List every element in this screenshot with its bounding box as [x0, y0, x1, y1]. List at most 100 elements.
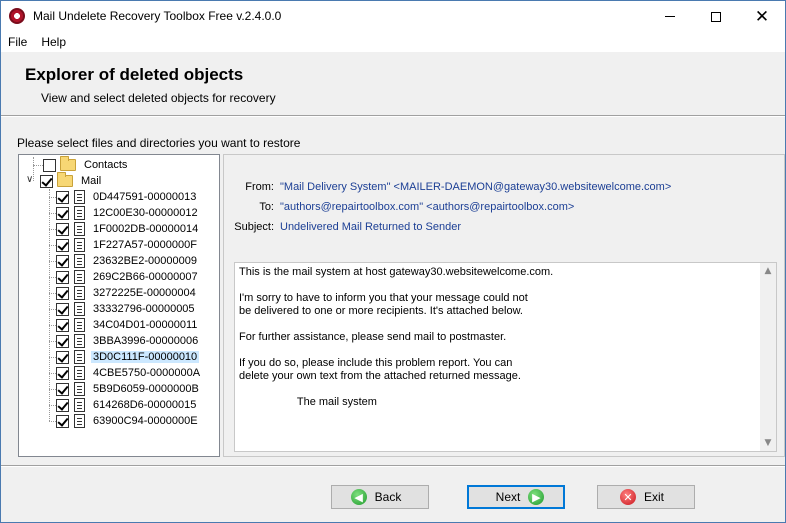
tree-item[interactable]: 12C00E30-00000012 — [49, 205, 200, 221]
tree-folder-label: Mail — [81, 175, 102, 187]
tree-folder-contacts[interactable]: Contacts — [43, 156, 129, 173]
tree-folder-label: Contacts — [84, 159, 128, 171]
tree-item[interactable]: 63900C94-0000000E — [49, 413, 200, 429]
window-title: Mail Undelete Recovery Toolbox Free v.2.… — [33, 9, 282, 23]
header-divider — [1, 116, 785, 117]
document-icon — [74, 334, 85, 348]
tree-item[interactable]: 0D447591-00000013 — [49, 189, 198, 205]
exit-x-icon: ✕ — [619, 489, 636, 505]
to-field: To: "authors@repairtoolbox.com" <authors@… — [224, 201, 574, 213]
item-checkbox[interactable] — [56, 334, 69, 348]
subject-field: Subject: Undelivered Mail Returned to Sen… — [224, 221, 461, 233]
document-icon — [74, 382, 85, 396]
app-logo-icon — [9, 8, 25, 24]
mail-checkbox[interactable] — [40, 174, 53, 188]
document-icon — [74, 206, 85, 220]
folder-tree[interactable]: ∨ Contacts Mail 0D447591-00000013 12C00E3… — [18, 154, 220, 457]
tree-item-label: 269C2B66-00000007 — [93, 271, 198, 283]
document-icon — [74, 270, 85, 284]
footer-divider-highlight — [1, 466, 785, 467]
contacts-checkbox[interactable] — [43, 158, 56, 172]
vertical-scrollbar[interactable]: ▲ ▼ — [760, 263, 776, 451]
menu-file[interactable]: File — [1, 32, 34, 52]
minimize-button[interactable] — [647, 1, 693, 32]
tree-line — [49, 373, 56, 374]
tree-item-label: 5B9D6059-0000000B — [93, 383, 199, 395]
to-value[interactable]: "authors@repairtoolbox.com" <authors@rep… — [280, 201, 574, 213]
tree-line — [49, 421, 56, 422]
tree-item-label: 33332796-00000005 — [93, 303, 195, 315]
tree-item-label: 3D0C111F-00000010 — [91, 351, 200, 363]
next-button-label: Next — [495, 490, 521, 504]
document-icon — [74, 318, 85, 332]
close-button[interactable]: ✕ — [739, 1, 785, 32]
maximize-icon — [711, 11, 721, 22]
chevron-down-icon[interactable]: ∨ — [26, 174, 33, 185]
tree-item[interactable]: 23632BE2-00000009 — [49, 253, 199, 269]
tree-line — [49, 293, 56, 294]
item-checkbox[interactable] — [56, 366, 69, 380]
tree-line — [49, 213, 56, 214]
item-checkbox[interactable] — [56, 414, 69, 428]
tree-item-label: 614268D6-00000015 — [93, 399, 197, 411]
document-icon — [74, 254, 85, 268]
tree-folder-mail[interactable]: Mail — [40, 172, 103, 189]
tree-item-label: 1F227A57-0000000F — [93, 239, 197, 251]
tree-item[interactable]: 3272225E-00000004 — [49, 285, 198, 301]
item-checkbox[interactable] — [56, 302, 69, 316]
scroll-up-icon[interactable]: ▲ — [760, 263, 776, 279]
from-field: From: "Mail Delivery System" <MAILER-DAEM… — [224, 181, 671, 193]
document-icon — [74, 190, 85, 204]
back-button[interactable]: ◀ Back — [331, 485, 429, 509]
next-button[interactable]: Next ▶ — [467, 485, 565, 509]
tree-item[interactable]: 269C2B66-00000007 — [49, 269, 200, 285]
item-checkbox[interactable] — [56, 190, 69, 204]
tree-item[interactable]: 34C04D01-00000011 — [49, 317, 199, 333]
document-icon — [74, 398, 85, 412]
tree-item[interactable]: 3BBA3996-00000006 — [49, 333, 200, 349]
tree-item-label: 12C00E30-00000012 — [93, 207, 198, 219]
item-checkbox[interactable] — [56, 222, 69, 236]
instruction-label: Please select files and directories you … — [17, 136, 301, 150]
item-checkbox[interactable] — [56, 382, 69, 396]
tree-item[interactable]: 614268D6-00000015 — [49, 397, 198, 413]
message-body[interactable]: This is the mail system at host gateway3… — [234, 262, 777, 452]
tree-item[interactable]: 5B9D6059-0000000B — [49, 381, 201, 397]
tree-item[interactable]: 1F0002DB-00000014 — [49, 221, 200, 237]
item-checkbox[interactable] — [56, 286, 69, 300]
menu-help[interactable]: Help — [34, 32, 73, 52]
tree-line — [49, 277, 56, 278]
tree-item[interactable]: 3D0C111F-00000010 — [49, 349, 200, 365]
document-icon — [74, 238, 85, 252]
page-title: Explorer of deleted objects — [25, 65, 244, 84]
document-icon — [74, 414, 85, 428]
tree-item[interactable]: 4CBE5750-0000000A — [49, 365, 202, 381]
document-icon — [74, 302, 85, 316]
page-subtitle: View and select deleted objects for reco… — [41, 91, 276, 105]
message-body-text: This is the mail system at host gateway3… — [239, 266, 554, 408]
tree-item[interactable]: 1F227A57-0000000F — [49, 237, 199, 253]
tree-line — [49, 341, 56, 342]
item-checkbox[interactable] — [56, 254, 69, 268]
exit-button[interactable]: ✕ Exit — [597, 485, 695, 509]
item-checkbox[interactable] — [56, 398, 69, 412]
tree-line — [49, 325, 56, 326]
tree-item-label: 3272225E-00000004 — [93, 287, 196, 299]
maximize-button[interactable] — [693, 1, 739, 32]
tree-item[interactable]: 33332796-00000005 — [49, 301, 197, 317]
item-checkbox[interactable] — [56, 238, 69, 252]
back-button-label: Back — [374, 490, 402, 504]
scroll-down-icon[interactable]: ▼ — [760, 435, 776, 451]
subject-value[interactable]: Undelivered Mail Returned to Sender — [280, 221, 461, 233]
tree-item-label: 0D447591-00000013 — [93, 191, 197, 203]
tree-item-label: 4CBE5750-0000000A — [93, 367, 201, 379]
item-checkbox[interactable] — [56, 270, 69, 284]
title-bar[interactable]: Mail Undelete Recovery Toolbox Free v.2.… — [1, 1, 785, 32]
item-checkbox[interactable] — [56, 318, 69, 332]
from-value[interactable]: "Mail Delivery System" <MAILER-DAEMON@ga… — [280, 181, 671, 193]
tree-line — [49, 261, 56, 262]
item-checkbox[interactable] — [56, 206, 69, 220]
app-window: Mail Undelete Recovery Toolbox Free v.2.… — [0, 0, 786, 523]
item-checkbox[interactable] — [56, 350, 69, 364]
document-icon — [74, 350, 85, 364]
